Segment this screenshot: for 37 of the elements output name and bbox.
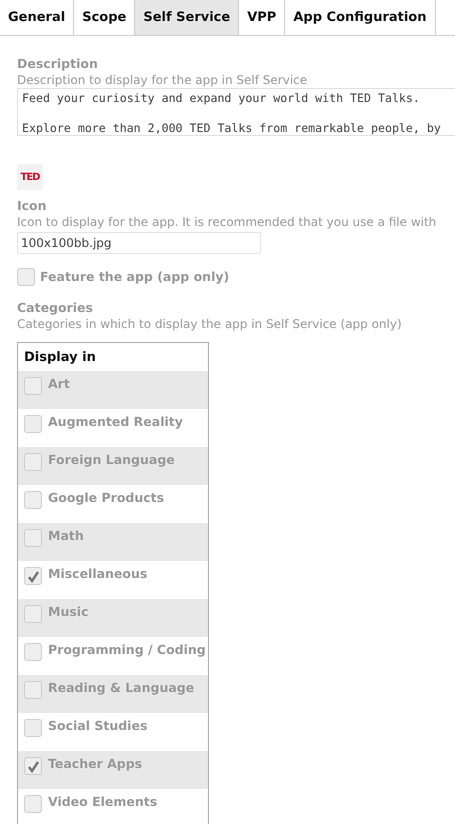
checkbox[interactable] <box>24 605 42 623</box>
tab[interactable]: Self Service <box>135 0 240 35</box>
icon-file-field[interactable]: 100x100bb.jpg <box>17 232 261 254</box>
checkbox-label: Feature the app (app only) <box>40 269 230 285</box>
field-label: Icon <box>17 198 48 214</box>
field-help: Icon to display for the app. It is recommended that you use a file with <box>17 214 438 230</box>
category-label: Social Studies <box>48 719 148 733</box>
category-label: Art <box>48 377 70 391</box>
checkbox[interactable] <box>24 377 42 395</box>
field-help: Categories in which to display the app in Self Service (app only) <box>17 316 403 332</box>
app-icon: TED <box>17 164 43 190</box>
category-label: Miscellaneous <box>48 567 148 581</box>
column-header: Display in <box>23 348 97 366</box>
category-label: Programming / Coding <box>48 643 206 657</box>
checkbox[interactable] <box>24 567 42 585</box>
checkbox[interactable] <box>24 415 42 433</box>
category-label: Math <box>48 529 84 543</box>
checkbox[interactable] <box>24 795 42 813</box>
category-label: Video Elements <box>48 795 158 809</box>
category-label: Music <box>48 605 88 619</box>
category-label: Google Products <box>48 491 164 505</box>
field-label: Categories <box>17 300 94 316</box>
checkbox[interactable] <box>24 681 42 699</box>
checkbox[interactable] <box>24 719 42 737</box>
category-label: Teacher Apps <box>48 757 142 771</box>
checkbox[interactable] <box>17 268 35 286</box>
description-field[interactable]: Feed your curiosity and expand your world with TED Talks. Explore more than 2,000 TED Talks from remarkable people, by <box>17 88 455 136</box>
checkbox[interactable] <box>24 757 42 775</box>
checkbox[interactable] <box>24 453 42 471</box>
field-label: Description <box>17 56 99 72</box>
field-help: Description to display for the app in Self Service <box>17 72 308 88</box>
category-label: Reading & Language <box>48 681 194 695</box>
checkbox[interactable] <box>24 491 42 509</box>
category-label: Foreign Language <box>48 453 175 467</box>
checkbox[interactable] <box>24 529 42 547</box>
category-label: Augmented Reality <box>48 415 183 429</box>
checkbox[interactable] <box>24 643 42 661</box>
